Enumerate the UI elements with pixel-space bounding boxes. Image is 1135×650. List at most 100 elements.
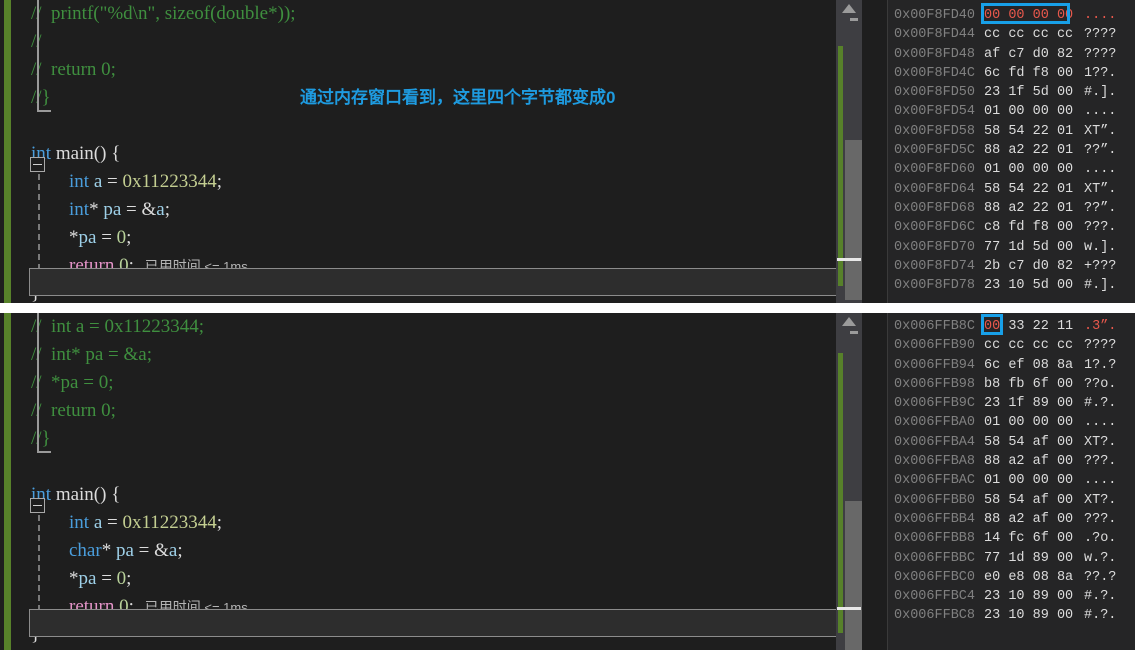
memory-byte[interactable]: 5d: [1033, 240, 1049, 255]
memory-row[interactable]: 0x00F8FD50 23 1f 5d 00 #.].: [888, 83, 1135, 102]
code-line[interactable]: int main() {: [13, 481, 862, 509]
memory-row[interactable]: 0x00F8FD74 2b c7 d0 82 +???: [888, 257, 1135, 276]
memory-byte[interactable]: e8: [1008, 570, 1024, 585]
memory-byte[interactable]: 00: [1057, 493, 1073, 508]
memory-row[interactable]: 0x00F8FD4C 6c fd f8 00 1??.: [888, 64, 1135, 83]
memory-byte[interactable]: 00: [1008, 8, 1024, 23]
memory-byte[interactable]: 01: [984, 473, 1000, 488]
memory-byte[interactable]: 6f: [1033, 531, 1049, 546]
memory-row[interactable]: 0x00F8FD40 00 00 00 00....: [888, 3, 1135, 25]
memory-byte[interactable]: cc: [1033, 338, 1049, 353]
memory-row[interactable]: 0x00F8FD60 01 00 00 00....: [888, 160, 1135, 179]
memory-row[interactable]: 0x006FFBB4 88 a2 af 00???.: [888, 510, 1135, 529]
memory-byte[interactable]: fd: [1008, 66, 1024, 81]
memory-byte[interactable]: 54: [1008, 182, 1024, 197]
memory-byte[interactable]: 00: [1057, 608, 1073, 623]
memory-byte[interactable]: 23: [984, 85, 1000, 100]
memory-byte[interactable]: e0: [984, 570, 1000, 585]
memory-byte[interactable]: c8: [984, 220, 1000, 235]
memory-byte[interactable]: 22: [1033, 143, 1049, 158]
code-lines-top[interactable]: // printf("%d\n", sizeof(double*)); // // …: [13, 0, 862, 303]
memory-byte[interactable]: 08: [1033, 358, 1049, 373]
memory-row[interactable]: 0x006FFBC4 23 10 89 00 #.?.: [888, 587, 1135, 606]
code-line[interactable]: //: [13, 28, 862, 56]
code-line[interactable]: int main() {: [13, 140, 862, 168]
memory-row[interactable]: 0x00F8FD64 58 54 22 01 XT”.: [888, 180, 1135, 199]
code-line[interactable]: // int a = 0x11223344;: [13, 313, 862, 341]
memory-byte[interactable]: c7: [1008, 47, 1024, 62]
memory-byte[interactable]: 1f: [1008, 396, 1024, 411]
memory-byte[interactable]: 33: [1008, 319, 1024, 334]
memory-byte[interactable]: 10: [1008, 589, 1024, 604]
memory-byte[interactable]: 01: [984, 162, 1000, 177]
code-line[interactable]: char* pa = &a;: [13, 537, 862, 565]
memory-byte[interactable]: 77: [984, 551, 1000, 566]
memory-byte[interactable]: cc: [1057, 338, 1073, 353]
memory-byte[interactable]: f8: [1033, 66, 1049, 81]
code-line[interactable]: int a = 0x11223344;: [13, 168, 862, 196]
memory-row[interactable]: 0x006FFBC8 23 10 89 00 #.?.: [888, 606, 1135, 625]
memory-byte[interactable]: cc: [984, 27, 1000, 42]
memory-byte[interactable]: 01: [984, 104, 1000, 119]
memory-byte[interactable]: 77: [984, 240, 1000, 255]
editor-scrollbar-bottom[interactable]: [836, 313, 862, 650]
memory-byte[interactable]: af: [984, 47, 1000, 62]
memory-row[interactable]: 0x00F8FD78 23 10 5d 00 #.].: [888, 276, 1135, 295]
memory-byte[interactable]: 01: [1057, 201, 1073, 216]
memory-byte[interactable]: 00: [1057, 240, 1073, 255]
memory-byte[interactable]: 00: [1057, 85, 1073, 100]
memory-row[interactable]: 0x006FFB9C 23 1f 89 00 #.?.: [888, 394, 1135, 413]
memory-byte[interactable]: af: [1033, 493, 1049, 508]
memory-byte[interactable]: 88: [984, 454, 1000, 469]
memory-byte[interactable]: 1f: [1008, 85, 1024, 100]
memory-byte[interactable]: 23: [984, 396, 1000, 411]
memory-byte[interactable]: 54: [1008, 435, 1024, 450]
code-line[interactable]: int* pa = &a;: [13, 196, 862, 224]
memory-row[interactable]: 0x006FFB94 6c ef 08 8a 1?.?: [888, 356, 1135, 375]
memory-byte[interactable]: 6c: [984, 358, 1000, 373]
scroll-collapse-icon[interactable]: [850, 331, 858, 334]
memory-byte[interactable]: 89: [1033, 551, 1049, 566]
memory-byte[interactable]: b8: [984, 377, 1000, 392]
memory-byte[interactable]: 00: [1057, 377, 1073, 392]
memory-byte[interactable]: cc: [1008, 338, 1024, 353]
memory-byte[interactable]: 01: [1057, 143, 1073, 158]
memory-byte[interactable]: 22: [1033, 124, 1049, 139]
memory-byte[interactable]: 01: [984, 415, 1000, 430]
code-line[interactable]: *pa = 0;: [13, 565, 862, 593]
memory-byte[interactable]: 00: [1057, 551, 1073, 566]
memory-byte[interactable]: 00: [1008, 415, 1024, 430]
memory-byte[interactable]: 11: [1057, 319, 1073, 334]
memory-byte[interactable]: 8a: [1057, 358, 1073, 373]
memory-byte[interactable]: 00: [1057, 454, 1073, 469]
memory-byte[interactable]: 00: [984, 319, 1000, 334]
memory-row[interactable]: 0x006FFB90 cc cc cc cc????: [888, 336, 1135, 355]
code-line[interactable]: //}: [13, 425, 862, 453]
memory-byte[interactable]: 6c: [984, 66, 1000, 81]
memory-byte[interactable]: 00: [1057, 66, 1073, 81]
memory-byte[interactable]: 00: [1033, 415, 1049, 430]
memory-row[interactable]: 0x006FFBC0 e0 e8 08 8a??.?: [888, 568, 1135, 587]
memory-byte[interactable]: 00: [1057, 396, 1073, 411]
memory-byte[interactable]: a2: [1008, 143, 1024, 158]
memory-byte[interactable]: ef: [1008, 358, 1024, 373]
memory-row[interactable]: 0x00F8FD58 58 54 22 01 XT”.: [888, 122, 1135, 141]
memory-byte[interactable]: 58: [984, 435, 1000, 450]
memory-window-bottom[interactable]: 0x006FFB8C 00 33 22 11 .3”. 0x006FFB90 cc cc…: [887, 313, 1135, 650]
memory-byte[interactable]: 00: [1057, 8, 1073, 23]
memory-byte[interactable]: 23: [984, 278, 1000, 293]
memory-row[interactable]: 0x00F8FD44 cc cc cc cc????: [888, 25, 1135, 44]
memory-row[interactable]: 0x006FFBBC 77 1d 89 00 w.?.: [888, 549, 1135, 568]
collapse-toggle-main[interactable]: [30, 498, 45, 513]
memory-byte[interactable]: c7: [1008, 259, 1024, 274]
memory-byte[interactable]: 00: [1057, 473, 1073, 488]
memory-row[interactable]: 0x006FFBB0 58 54 af 00 XT?.: [888, 491, 1135, 510]
memory-byte[interactable]: 88: [984, 201, 1000, 216]
code-line[interactable]: // printf("%d\n", sizeof(double*));: [13, 0, 862, 28]
memory-byte[interactable]: cc: [1057, 27, 1073, 42]
memory-row[interactable]: 0x00F8FD5C 88 a2 22 01 ??”.: [888, 141, 1135, 160]
memory-byte[interactable]: 22: [1033, 319, 1049, 334]
memory-byte[interactable]: af: [1033, 435, 1049, 450]
scroll-collapse-icon[interactable]: [850, 18, 858, 21]
code-line[interactable]: // *pa = 0;: [13, 369, 862, 397]
